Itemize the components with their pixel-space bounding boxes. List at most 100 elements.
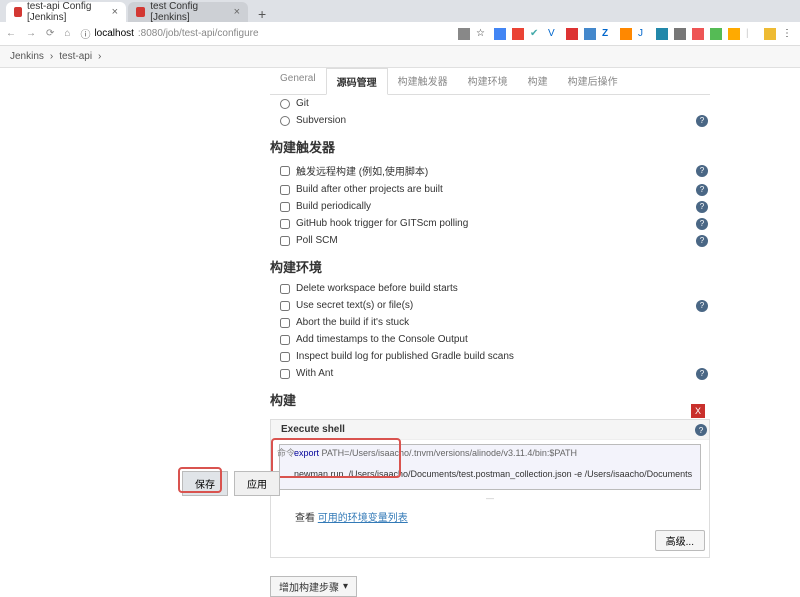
ext-icon[interactable]: [512, 28, 524, 40]
section-title-env: 构建环境: [270, 249, 710, 280]
option-label: GitHub hook trigger for GITScm polling: [296, 218, 468, 229]
ext-icon[interactable]: J: [638, 28, 650, 40]
env-option[interactable]: Abort the build if it's stuck: [270, 314, 710, 331]
checkbox[interactable]: [280, 166, 290, 176]
forward-icon[interactable]: →: [26, 28, 36, 39]
checkbox[interactable]: [280, 284, 290, 294]
env-option[interactable]: With Ant?: [270, 365, 710, 382]
tab-build[interactable]: 构建: [518, 68, 558, 94]
close-icon[interactable]: ×: [112, 6, 118, 18]
tab-env[interactable]: 构建环境: [458, 68, 518, 94]
option-label: 触发远程构建 (例如,使用脚本): [296, 163, 428, 178]
option-label: Build after other projects are built: [296, 184, 443, 195]
chevron-right-icon: ›: [50, 51, 53, 62]
ext-icon[interactable]: [584, 28, 596, 40]
back-icon[interactable]: ←: [6, 28, 16, 39]
tab-post[interactable]: 构建后操作: [558, 68, 628, 94]
help-icon[interactable]: ?: [696, 218, 708, 230]
add-build-step-button[interactable]: 增加构建步骤 ▾: [270, 576, 357, 597]
radio[interactable]: [280, 99, 290, 109]
ext-icon[interactable]: [710, 28, 722, 40]
home-icon[interactable]: ⌂: [64, 28, 70, 39]
radio[interactable]: [280, 116, 290, 126]
tab-title: test-api Config [Jenkins]: [27, 1, 112, 23]
apply-button[interactable]: 应用: [234, 471, 280, 496]
close-icon[interactable]: ×: [234, 6, 240, 18]
browser-tab-active[interactable]: test-api Config [Jenkins] ×: [6, 2, 126, 22]
star-icon[interactable]: ☆: [476, 28, 488, 40]
delete-step-button[interactable]: X: [691, 404, 705, 418]
address-bar: ← → ⟳ ⌂ ⓘ localhost :8080/job/test-api/co…: [0, 22, 800, 46]
help-icon[interactable]: ?: [696, 235, 708, 247]
ext-icon[interactable]: [728, 28, 740, 40]
trigger-option[interactable]: GitHub hook trigger for GITScm polling?: [270, 215, 710, 232]
env-option[interactable]: Use secret text(s) or file(s)?: [270, 297, 710, 314]
ext-icon[interactable]: V: [548, 28, 560, 40]
ext-icon[interactable]: [620, 28, 632, 40]
command-label: 命令: [277, 446, 295, 459]
trigger-option[interactable]: Build after other projects are built?: [270, 181, 710, 198]
env-option[interactable]: Add timestamps to the Console Output: [270, 331, 710, 348]
advanced-button[interactable]: 高级...: [655, 530, 705, 551]
jenkins-favicon: [136, 7, 145, 17]
url-field[interactable]: ⓘ localhost :8080/job/test-api/configure: [80, 26, 448, 41]
ext-icon[interactable]: ✔: [530, 28, 542, 40]
option-label: Build periodically: [296, 201, 371, 212]
checkbox[interactable]: [280, 236, 290, 246]
trigger-option[interactable]: Build periodically?: [270, 198, 710, 215]
help-icon[interactable]: ?: [696, 300, 708, 312]
checkbox[interactable]: [280, 369, 290, 379]
ext-icon[interactable]: [656, 28, 668, 40]
reload-icon[interactable]: ⟳: [46, 28, 54, 39]
trigger-option[interactable]: 触发远程构建 (例如,使用脚本)?: [270, 160, 710, 181]
url-host: localhost: [94, 28, 133, 39]
option-label: Subversion: [296, 115, 346, 126]
tab-triggers[interactable]: 构建触发器: [388, 68, 458, 94]
checkbox[interactable]: [280, 185, 290, 195]
checkbox[interactable]: [280, 352, 290, 362]
env-option[interactable]: Delete workspace before build starts: [270, 280, 710, 297]
trigger-option[interactable]: Poll SCM?: [270, 232, 710, 249]
info-icon[interactable]: ⓘ: [80, 26, 90, 41]
breadcrumb: Jenkins › test-api ›: [0, 46, 800, 68]
browser-tab-inactive[interactable]: test Config [Jenkins] ×: [128, 2, 248, 22]
save-button[interactable]: 保存: [182, 471, 228, 496]
help-icon[interactable]: ?: [696, 368, 708, 380]
scm-option[interactable]: Git: [270, 95, 710, 112]
browser-tab-strip: test-api Config [Jenkins] × test Config …: [0, 0, 800, 22]
new-tab-button[interactable]: +: [250, 6, 274, 22]
tab-scm[interactable]: 源码管理: [326, 68, 388, 95]
breadcrumb-item[interactable]: test-api: [59, 51, 92, 62]
env-option[interactable]: Inspect build log for published Gradle b…: [270, 348, 710, 365]
tab-general[interactable]: General: [270, 68, 326, 94]
url-path: :8080/job/test-api/configure: [138, 28, 259, 39]
shell-command-textarea[interactable]: export PATH=/Users/isaacho/.tnvm/version…: [279, 444, 701, 490]
ext-icon[interactable]: Z: [602, 28, 614, 40]
env-vars-link[interactable]: 可用的环境变量列表: [318, 513, 408, 524]
checkbox[interactable]: [280, 301, 290, 311]
option-label: Delete workspace before build starts: [296, 283, 458, 294]
option-label: Poll SCM: [296, 235, 338, 246]
ext-icon[interactable]: [494, 28, 506, 40]
checkbox[interactable]: [280, 335, 290, 345]
config-form: General 源码管理 构建触发器 构建环境 构建 构建后操作 Git Sub…: [270, 68, 710, 597]
checkbox[interactable]: [280, 318, 290, 328]
option-label: Use secret text(s) or file(s): [296, 300, 413, 311]
scm-option[interactable]: Subversion ?: [270, 112, 710, 129]
help-icon[interactable]: ?: [696, 184, 708, 196]
ext-icon[interactable]: [566, 28, 578, 40]
checkbox[interactable]: [280, 202, 290, 212]
ext-icon[interactable]: [764, 28, 776, 40]
help-icon[interactable]: ?: [696, 165, 708, 177]
help-icon[interactable]: ?: [695, 424, 707, 436]
ext-icon[interactable]: [674, 28, 686, 40]
checkbox[interactable]: [280, 219, 290, 229]
breadcrumb-root[interactable]: Jenkins: [10, 51, 44, 62]
extension-icons: ☆ ✔ V Z J | ⋮: [458, 28, 794, 40]
ext-icon[interactable]: [458, 28, 470, 40]
ext-icon[interactable]: [692, 28, 704, 40]
help-icon[interactable]: ?: [696, 115, 708, 127]
section-title-build: 构建: [270, 382, 710, 413]
menu-icon[interactable]: ⋮: [782, 28, 794, 40]
help-icon[interactable]: ?: [696, 201, 708, 213]
